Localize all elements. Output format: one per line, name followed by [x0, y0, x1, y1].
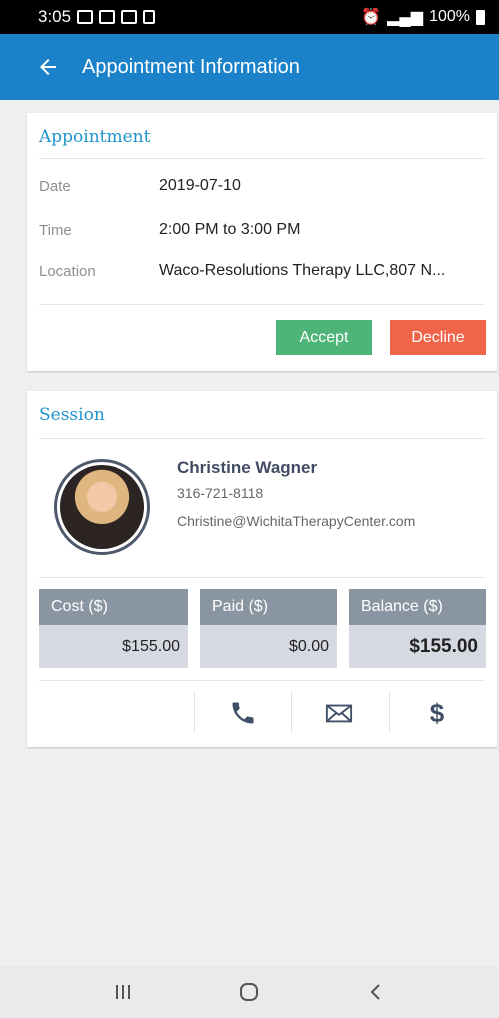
session-section-title: Session — [39, 405, 105, 425]
appointment-card: Appointment Date 2019-07-10 Time 2:00 PM… — [27, 113, 497, 371]
location-label: Location — [39, 262, 96, 280]
date-row: Date 2019-07-10 — [39, 177, 485, 195]
date-label: Date — [39, 177, 71, 195]
paid-label: Paid ($) — [200, 589, 337, 625]
date-value: 2019-07-10 — [159, 177, 241, 194]
time-label: Time — [39, 221, 72, 239]
appointment-section-title: Appointment — [39, 127, 151, 147]
cost-value: $155.00 — [39, 625, 188, 668]
location-value: Waco-Resolutions Therapy LLC,807 N... — [159, 262, 446, 279]
avatar-photo — [60, 465, 144, 549]
divider — [39, 680, 485, 681]
signal-icon: ▂▄▆ — [387, 9, 424, 26]
location-row: Location Waco-Resolutions Therapy LLC,80… — [39, 262, 485, 280]
time-value: 2:00 PM to 3:00 PM — [159, 221, 301, 238]
recent-apps-icon[interactable] — [108, 977, 138, 1007]
battery-saver-notification-icon — [143, 10, 156, 24]
divider — [39, 438, 485, 439]
balance-label: Balance ($) — [349, 589, 486, 625]
paid-box: Paid ($) $0.00 — [200, 589, 337, 668]
envelope-icon[interactable] — [325, 699, 353, 727]
home-icon[interactable] — [234, 977, 264, 1007]
action-separator — [389, 691, 390, 733]
cost-label: Cost ($) — [39, 589, 188, 625]
alarm-icon: ⏰ — [361, 9, 382, 26]
phone-icon[interactable] — [229, 699, 257, 727]
action-bar: $ — [39, 691, 485, 733]
cost-box: Cost ($) $155.00 — [39, 589, 188, 668]
decline-button[interactable]: Decline — [390, 320, 486, 355]
gallery-notification-icon — [77, 10, 94, 24]
system-nav-bar — [0, 966, 499, 1018]
paid-value: $0.00 — [200, 625, 337, 668]
contact-email: Christine@WichitaTherapyCenter.com — [177, 513, 416, 529]
contact-name: Christine Wagner — [177, 458, 318, 477]
status-bar-right: ⏰ ▂▄▆ 100% — [361, 7, 485, 27]
divider — [39, 158, 485, 159]
divider — [39, 304, 485, 305]
app-bar: Appointment Information — [0, 34, 499, 100]
battery-percent: 100% — [429, 8, 470, 25]
dollar-icon[interactable]: $ — [423, 698, 451, 728]
session-card: Session Christine Wagner 316-721-8118 Ch… — [27, 391, 497, 747]
balance-box: Balance ($) $155.00 — [349, 589, 486, 668]
gmail-notification-icon — [121, 10, 138, 24]
back-nav-icon[interactable] — [361, 977, 391, 1007]
accept-button[interactable]: Accept — [276, 320, 372, 355]
arrow-left-icon[interactable] — [36, 55, 60, 79]
app-notification-icon — [99, 10, 116, 24]
action-separator — [291, 691, 292, 733]
status-bar: 3:05 ⏰ ▂▄▆ 100% — [0, 0, 499, 34]
action-separator — [194, 691, 195, 733]
page-title: Appointment Information — [82, 55, 300, 78]
status-time: 3:05 — [38, 7, 72, 26]
balance-value: $155.00 — [349, 625, 486, 668]
time-row: Time 2:00 PM to 3:00 PM — [39, 221, 485, 239]
contact-phone: 316-721-8118 — [177, 485, 264, 501]
avatar — [54, 459, 150, 555]
divider — [39, 577, 485, 578]
battery-icon — [476, 9, 485, 25]
status-bar-left: 3:05 — [38, 7, 156, 27]
